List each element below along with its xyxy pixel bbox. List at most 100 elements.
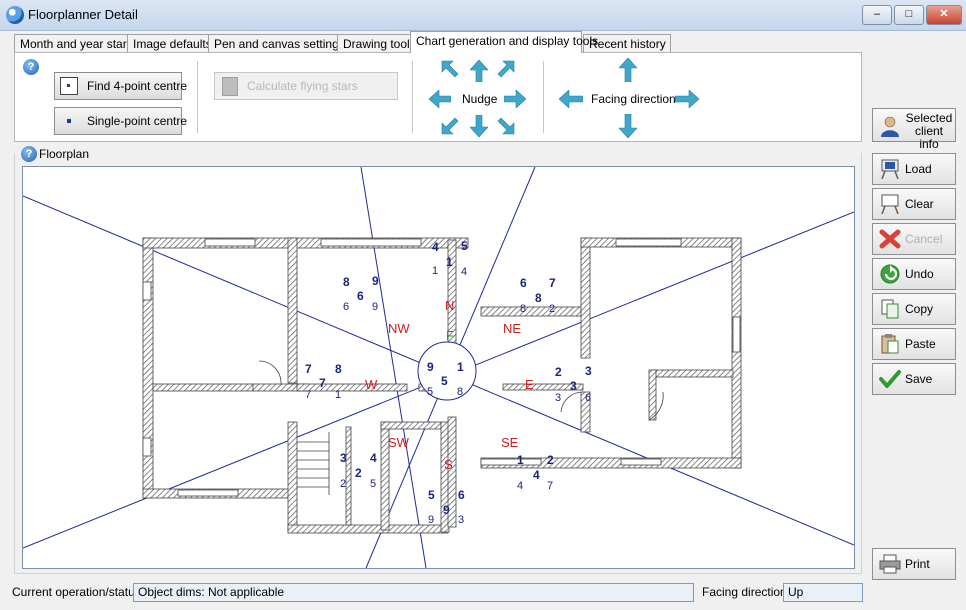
svg-text:2: 2 <box>549 303 555 315</box>
floorplan-drawing[interactable]: N NE E SE S SW W NW F 9 1 5 5 8 8 9 6 6 … <box>22 166 855 569</box>
close-button[interactable]: ✕ <box>926 5 962 25</box>
maximize-button[interactable]: □ <box>894 5 924 25</box>
floorplan-canvas[interactable]: N NE E SE S SW W NW F 9 1 5 5 8 8 9 6 6 … <box>22 166 855 569</box>
svg-text:3: 3 <box>340 451 347 465</box>
nudge-up-arrow-icon[interactable] <box>470 60 488 82</box>
facing-marker: F <box>446 328 454 343</box>
svg-text:9: 9 <box>372 301 378 313</box>
calculator-icon <box>222 77 238 96</box>
svg-text:5: 5 <box>461 239 468 253</box>
svg-text:4: 4 <box>461 266 467 278</box>
svg-text:6: 6 <box>357 289 364 303</box>
paste-icon <box>879 334 901 354</box>
calculate-flying-stars-button[interactable]: Calculate flying stars <box>214 72 398 100</box>
print-button[interactable]: Print <box>872 548 956 580</box>
svg-text:9: 9 <box>427 360 434 374</box>
svg-text:4: 4 <box>370 451 377 465</box>
cancel-button[interactable]: Cancel <box>872 223 956 255</box>
tab-month-year-stars[interactable]: Month and year stars <box>14 34 133 53</box>
red-x-icon <box>879 229 901 249</box>
facing-up-arrow-icon[interactable] <box>619 58 637 82</box>
tab-chart-generation[interactable]: Chart generation and display tools <box>410 31 598 53</box>
svg-text:2: 2 <box>355 466 362 480</box>
svg-text:7: 7 <box>319 376 326 390</box>
svg-text:7: 7 <box>305 362 312 376</box>
tab-panel: ? Find 4-point centre Single-point centr… <box>14 52 862 142</box>
help-icon[interactable]: ? <box>23 59 39 75</box>
dir-nw: NW <box>388 321 410 336</box>
dir-s: S <box>444 457 453 472</box>
svg-text:8: 8 <box>520 303 526 315</box>
dir-n: N <box>445 298 454 313</box>
dir-w: W <box>365 377 378 392</box>
svg-text:3: 3 <box>555 392 561 404</box>
checkmark-icon <box>879 369 901 389</box>
paste-button[interactable]: Paste <box>872 328 956 360</box>
undo-button[interactable]: Undo <box>872 258 956 290</box>
svg-text:1: 1 <box>335 389 341 401</box>
find-4-point-centre-button[interactable]: Find 4-point centre <box>54 72 187 100</box>
facing-left-arrow-icon[interactable] <box>559 90 583 108</box>
nudge-down-arrow-icon[interactable] <box>470 115 488 137</box>
load-button[interactable]: Load <box>872 153 956 185</box>
svg-text:5: 5 <box>370 478 376 490</box>
svg-text:3: 3 <box>570 379 577 393</box>
nudge-up-right-arrow-icon[interactable] <box>497 60 515 78</box>
svg-text:5: 5 <box>441 374 448 388</box>
nudge-label: Nudge <box>462 92 498 106</box>
undo-arrow-icon <box>879 264 901 284</box>
svg-text:4: 4 <box>432 240 439 254</box>
tab-drawing-tools[interactable]: Drawing tools <box>337 34 419 53</box>
svg-text:6: 6 <box>585 392 591 404</box>
svg-text:9: 9 <box>443 503 450 517</box>
facing-down-arrow-icon[interactable] <box>619 114 637 138</box>
separator <box>197 61 198 133</box>
stairs <box>297 432 330 495</box>
nudge-right-arrow-icon[interactable] <box>504 90 526 108</box>
person-icon <box>879 115 901 137</box>
facing-direction-label: Facing direction <box>591 92 676 106</box>
nudge-down-left-arrow-icon[interactable] <box>441 117 459 135</box>
svg-text:5: 5 <box>428 488 435 502</box>
svg-text:1: 1 <box>457 360 464 374</box>
svg-text:9: 9 <box>428 514 434 526</box>
separator <box>412 61 413 133</box>
app-icon <box>6 6 24 24</box>
minimize-button[interactable]: – <box>862 5 892 25</box>
copy-button[interactable]: Copy <box>872 293 956 325</box>
svg-text:4: 4 <box>533 468 540 482</box>
clear-button[interactable]: Clear <box>872 188 956 220</box>
selected-client-info-button[interactable]: Selected client info <box>872 108 956 151</box>
tab-image-defaults[interactable]: Image defaults <box>127 34 219 53</box>
facing-direction-field: Up <box>783 583 863 602</box>
svg-text:9: 9 <box>372 274 379 288</box>
save-button[interactable]: Save <box>872 363 956 395</box>
svg-text:6: 6 <box>458 488 465 502</box>
svg-text:1: 1 <box>517 453 524 467</box>
status-label: Current operation/status: <box>12 585 145 599</box>
copy-icon <box>879 299 901 319</box>
svg-text:6: 6 <box>520 276 527 290</box>
printer-icon <box>879 554 901 574</box>
easel-icon <box>879 159 901 180</box>
svg-text:7: 7 <box>547 480 553 492</box>
svg-text:2: 2 <box>340 478 346 490</box>
facing-direction-status-label: Facing direction: <box>702 585 791 599</box>
tab-pen-canvas-settings[interactable]: Pen and canvas settings <box>208 34 348 53</box>
svg-text:6: 6 <box>343 301 349 313</box>
svg-text:8: 8 <box>535 291 542 305</box>
nudge-up-left-arrow-icon[interactable] <box>441 60 459 78</box>
dir-sw: SW <box>388 435 410 450</box>
nudge-left-arrow-icon[interactable] <box>429 90 451 108</box>
svg-text:3: 3 <box>585 364 592 378</box>
crosshair-box-icon <box>60 77 78 95</box>
single-point-centre-button[interactable]: Single-point centre <box>54 107 187 135</box>
dir-se: SE <box>501 435 519 450</box>
window-title: Floorplanner Detail <box>28 7 138 22</box>
svg-text:3: 3 <box>458 514 464 526</box>
facing-right-arrow-icon[interactable] <box>675 90 699 108</box>
nudge-down-right-arrow-icon[interactable] <box>497 117 515 135</box>
svg-text:8: 8 <box>335 362 342 376</box>
svg-text:8: 8 <box>343 275 350 289</box>
svg-text:7: 7 <box>305 389 311 401</box>
